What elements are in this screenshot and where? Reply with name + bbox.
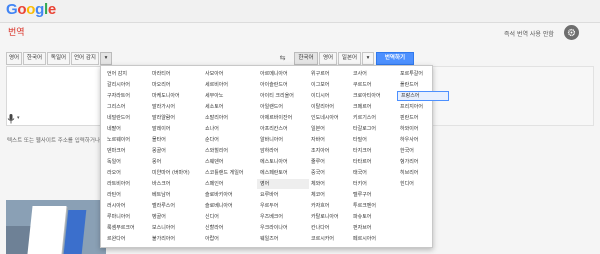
input-tools-chevron-icon[interactable]: ▾ <box>17 115 20 121</box>
document-illustration <box>6 200 106 254</box>
language-option[interactable]: 슬로베니아어 <box>202 201 254 211</box>
language-option[interactable]: 요루바어 <box>257 190 309 200</box>
language-option[interactable]: 아프리칸스어 <box>257 124 309 134</box>
language-option[interactable]: 타타르어 <box>350 157 402 167</box>
language-option[interactable]: 크로아티아어 <box>350 91 402 101</box>
language-option[interactable]: 키르기스어 <box>350 113 402 123</box>
language-option[interactable]: 마라티어 <box>149 69 201 79</box>
source-lang-tab-english[interactable]: 영어 <box>6 52 22 65</box>
language-option[interactable]: 텔루구어 <box>350 190 402 200</box>
language-option[interactable]: 아이슬란드어 <box>257 80 309 90</box>
language-option[interactable]: 펀자브어 <box>350 223 402 233</box>
language-option[interactable]: 터키어 <box>350 179 402 189</box>
source-lang-tab-german[interactable]: 독일어 <box>47 52 70 65</box>
language-option[interactable]: 말라가시어 <box>149 102 201 112</box>
language-option[interactable]: 소말리아어 <box>202 113 254 123</box>
language-option[interactable]: 우즈베크어 <box>257 212 309 222</box>
language-option[interactable]: 포르투갈어 <box>397 69 449 79</box>
language-option[interactable]: 아르메니아어 <box>257 69 309 79</box>
language-option[interactable]: 크메르어 <box>350 102 402 112</box>
microphone-icon[interactable] <box>7 114 15 124</box>
language-option[interactable]: 세부아노 <box>202 91 254 101</box>
language-option[interactable]: 헝가리어 <box>397 157 449 167</box>
language-option[interactable]: 투르크멘어 <box>350 201 402 211</box>
language-option[interactable]: 웨일즈어 <box>257 234 309 244</box>
swap-languages-button[interactable]: ⇆ <box>276 53 289 64</box>
language-option[interactable]: 힌디어 <box>397 179 449 189</box>
language-option[interactable]: 영어 <box>257 179 309 189</box>
language-option[interactable]: 타갈로그어 <box>350 124 402 134</box>
language-option[interactable]: 프랑스어 <box>397 91 449 101</box>
language-option[interactable]: 태국어 <box>350 168 402 178</box>
language-option[interactable]: 몰타어 <box>149 135 201 145</box>
language-option[interactable]: 벵골어 <box>149 212 201 222</box>
page-title: 번역 <box>8 28 25 38</box>
language-option[interactable]: 보스니아어 <box>149 223 201 233</box>
language-option[interactable]: 말라얄람어 <box>149 113 201 123</box>
language-option[interactable]: 암하라어 <box>257 146 309 156</box>
header-divider <box>0 22 600 23</box>
google-logo[interactable]: Google <box>6 1 56 18</box>
language-option[interactable]: 하와이어 <box>397 124 449 134</box>
language-option[interactable]: 우르두어 <box>257 201 309 211</box>
language-option[interactable]: 에스페란토어 <box>257 168 309 178</box>
language-option[interactable]: 타지크어 <box>350 146 402 156</box>
language-option[interactable]: 페르시아어 <box>350 234 402 244</box>
target-lang-tab-english[interactable]: 영어 <box>319 52 337 65</box>
language-option[interactable]: 파슈토어 <box>350 212 402 222</box>
language-option[interactable]: 스와힐리어 <box>202 146 254 156</box>
source-lang-dropdown-toggle[interactable]: ▾ <box>100 52 112 65</box>
top-bar: Google <box>0 0 600 22</box>
language-option[interactable]: 바스크어 <box>149 179 201 189</box>
language-option[interactable]: 에스토니아어 <box>257 157 309 167</box>
language-option[interactable]: 핀란드어 <box>397 113 449 123</box>
language-option[interactable]: 히브리어 <box>397 168 449 178</box>
target-lang-tab-japanese[interactable]: 일본어 <box>338 52 361 65</box>
language-option[interactable]: 벨라루스어 <box>149 201 201 211</box>
language-option[interactable]: 우크라이나어 <box>257 223 309 233</box>
language-option[interactable]: 코사어 <box>350 69 402 79</box>
language-option[interactable]: 신디어 <box>202 212 254 222</box>
language-option[interactable]: 사모아어 <box>202 69 254 79</box>
language-option[interactable]: 스페인어 <box>202 179 254 189</box>
language-option[interactable]: 세소토어 <box>202 102 254 112</box>
gear-icon <box>567 28 576 37</box>
language-option[interactable]: 순다어 <box>202 135 254 145</box>
input-hint: 텍스트 또는 웹사이트 주소를 입력하거나 <box>7 138 101 144</box>
language-option[interactable]: 스웨덴어 <box>202 157 254 167</box>
language-option[interactable]: 마케도니아어 <box>149 91 201 101</box>
language-option[interactable]: 미얀마어 (버마어) <box>149 168 201 178</box>
language-option[interactable]: 타밀어 <box>350 135 402 145</box>
instant-translation-toggle[interactable]: 즉석 번역 사용 안함 <box>504 29 554 38</box>
language-option[interactable]: 프리지아어 <box>397 102 449 112</box>
translate-button[interactable]: 번역하기 <box>376 52 414 65</box>
language-option[interactable]: 아제르바이잔어 <box>257 113 309 123</box>
language-option[interactable]: 알바니아어 <box>257 135 309 145</box>
language-option[interactable]: 폴란드어 <box>397 80 449 90</box>
language-option[interactable]: 쇼나어 <box>202 124 254 134</box>
language-option[interactable]: 신할라어 <box>202 223 254 233</box>
language-option[interactable]: 스코틀랜드 게일어 <box>202 168 254 178</box>
language-option[interactable]: 아랍어 <box>202 234 254 244</box>
target-lang-tab-korean[interactable]: 한국어 <box>294 52 318 65</box>
language-option[interactable]: 마오리어 <box>149 80 201 90</box>
language-option[interactable]: 아일랜드어 <box>257 102 309 112</box>
language-option[interactable]: 하우사어 <box>397 135 449 145</box>
language-option[interactable]: 불가리아어 <box>149 234 201 244</box>
language-option[interactable]: 몽골어 <box>149 146 201 156</box>
language-option[interactable]: 쿠르드어 <box>350 80 402 90</box>
source-lang-tab-detect[interactable]: 언어 감지 <box>71 52 99 65</box>
language-option[interactable]: 말레이어 <box>149 124 201 134</box>
settings-button[interactable] <box>564 25 579 40</box>
target-lang-dropdown-toggle[interactable]: ▾ <box>362 52 374 65</box>
language-option[interactable]: 몽어 <box>149 157 201 167</box>
language-option[interactable]: 세르비아어 <box>202 80 254 90</box>
language-option[interactable]: 베트남어 <box>149 190 201 200</box>
language-option[interactable]: 한국어 <box>397 146 449 156</box>
language-option[interactable]: 아이티 크리올어 <box>257 91 309 101</box>
source-language-menu: 언어 감지 갈리시아어 구자라트어 그리스어 네덜란드어 네팔어 노르웨이어 덴마크어 독일어 라… <box>100 65 449 248</box>
language-option[interactable]: 슬로바키아어 <box>202 190 254 200</box>
source-lang-tab-korean[interactable]: 한국어 <box>23 52 46 65</box>
